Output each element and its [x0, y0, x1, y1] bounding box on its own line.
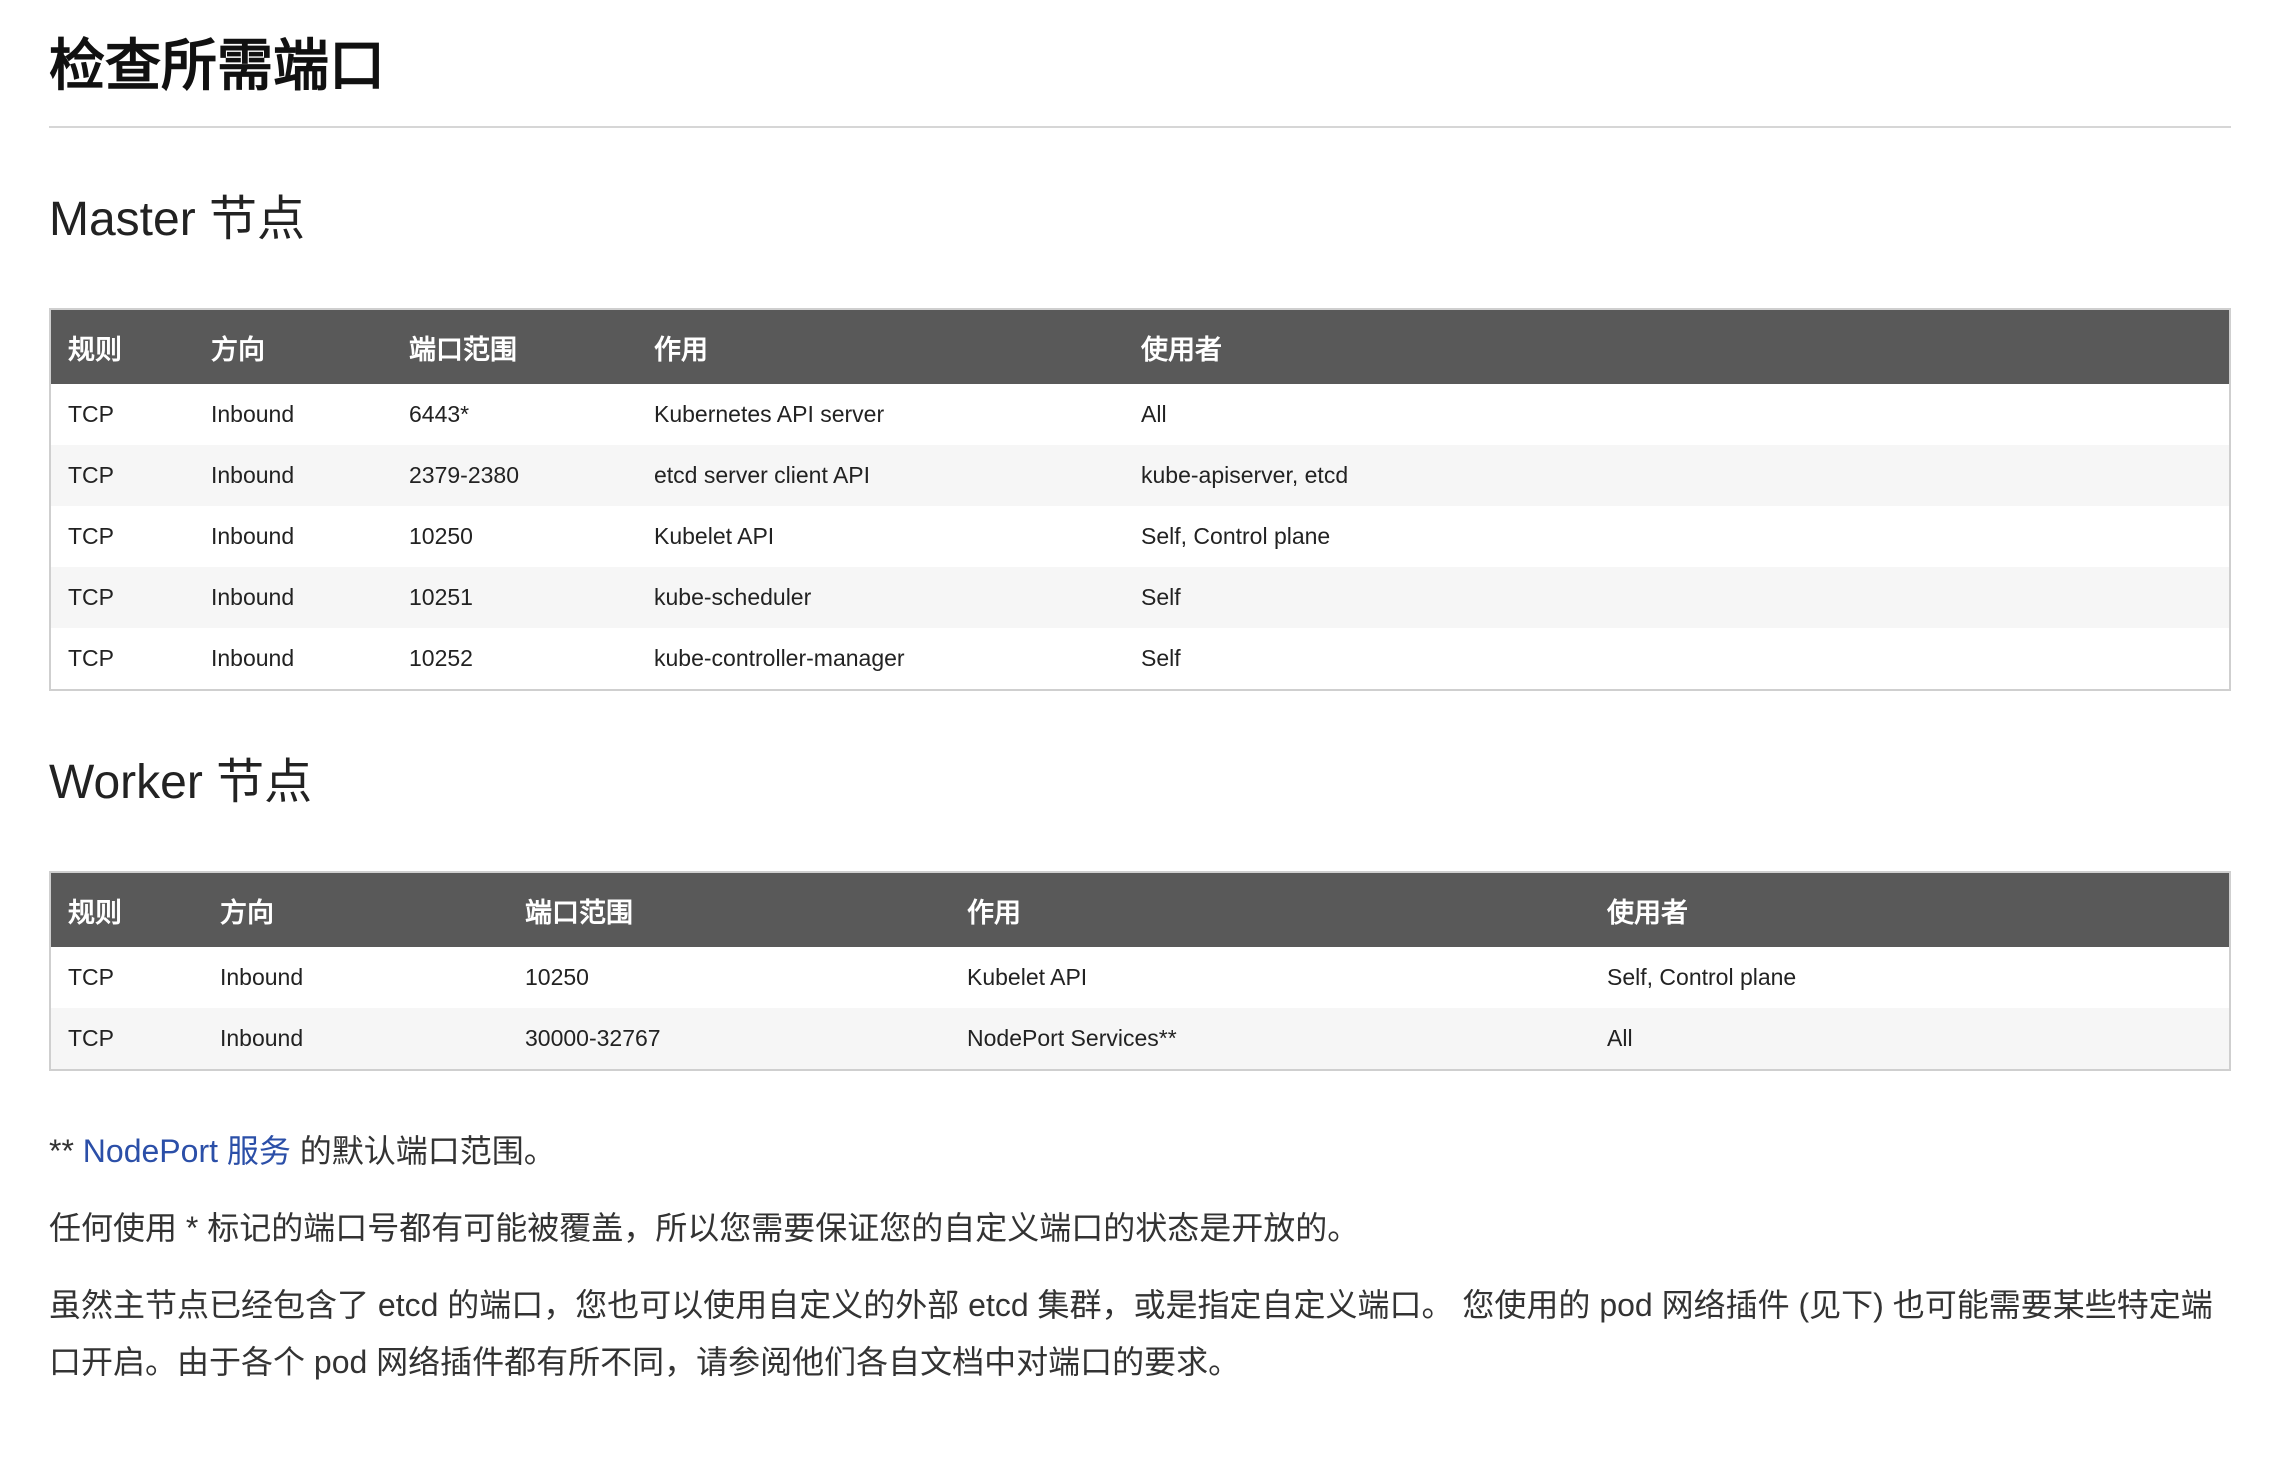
- table-cell: TCP: [68, 401, 114, 427]
- footnotes: ** NodePort 服务 的默认端口范围。 任何使用 * 标记的端口号都有可…: [49, 1123, 2231, 1391]
- table-cell: Inbound: [211, 523, 295, 549]
- table-row: TCP Inbound 10250 Kubelet API Self, Cont…: [50, 947, 2230, 1008]
- table-cell: TCP: [68, 523, 114, 549]
- table-cell: TCP: [68, 584, 114, 610]
- column-header-used-by: 使用者: [1141, 334, 1222, 365]
- table-row: TCP Inbound 30000-32767 NodePort Service…: [50, 1008, 2230, 1070]
- master-ports-table: 规则 方向 端口范围 作用 使用者 TCP Inbound 6443* Kube…: [49, 308, 2231, 691]
- table-cell: 2379-2380: [409, 462, 519, 488]
- table-cell: 6443*: [409, 401, 470, 427]
- table-cell: kube-apiserver, etcd: [1141, 462, 1349, 488]
- table-cell: All: [1607, 1025, 1633, 1051]
- table-row: TCP Inbound 6443* Kubernetes API server …: [50, 384, 2230, 445]
- column-header-direction: 方向: [211, 334, 265, 365]
- page: 检查所需端口 Master 节点 规则 方向 端口范围 作用 使用者 TCP I…: [0, 0, 2280, 1391]
- table-cell: kube-controller-manager: [654, 645, 905, 671]
- table-cell: Self, Control plane: [1607, 964, 1797, 990]
- table-cell: Kubelet API: [654, 523, 775, 549]
- nodeport-service-link[interactable]: NodePort 服务: [83, 1133, 291, 1169]
- worker-section-title: Worker 节点: [49, 756, 313, 809]
- master-section-title: Master 节点: [49, 193, 306, 246]
- table-cell: TCP: [68, 645, 114, 671]
- table-cell: NodePort Services**: [967, 1025, 1177, 1051]
- table-row: TCP Inbound 2379-2380 etcd server client…: [50, 445, 2230, 506]
- table-header-row: 规则 方向 端口范围 作用 使用者: [50, 309, 2230, 384]
- table-cell: 10250: [409, 523, 473, 549]
- table-cell: 10252: [409, 645, 473, 671]
- table-cell: Inbound: [211, 645, 295, 671]
- etcd-note: 虽然主节点已经包含了 etcd 的端口，您也可以使用自定义的外部 etcd 集群…: [49, 1287, 2213, 1380]
- table-cell: TCP: [68, 1025, 114, 1051]
- table-cell: Self: [1141, 584, 1181, 610]
- nodeport-note-suffix: 的默认端口范围。: [290, 1133, 556, 1169]
- column-header-purpose: 作用: [654, 334, 708, 365]
- table-row: TCP Inbound 10251 kube-scheduler Self: [50, 567, 2230, 628]
- nodeport-note: ** NodePort 服务 的默认端口范围。: [49, 1123, 2231, 1180]
- table-cell: Kubernetes API server: [654, 401, 885, 427]
- table-cell: Inbound: [211, 584, 295, 610]
- column-header-rule: 规则: [68, 897, 122, 928]
- table-cell: kube-scheduler: [654, 584, 812, 610]
- table-cell: 10251: [409, 584, 473, 610]
- page-title: 检查所需端口: [49, 0, 2231, 128]
- column-header-purpose: 作用: [967, 897, 1021, 928]
- column-header-direction: 方向: [220, 897, 274, 928]
- table-cell: TCP: [68, 462, 114, 488]
- table-cell: TCP: [68, 964, 114, 990]
- table-cell: Inbound: [211, 401, 295, 427]
- table-cell: Kubelet API: [967, 964, 1088, 990]
- column-header-port-range: 端口范围: [525, 897, 633, 928]
- table-cell: 30000-32767: [525, 1025, 661, 1051]
- table-cell: Inbound: [220, 1025, 304, 1051]
- table-cell: Self: [1141, 645, 1181, 671]
- table-row: TCP Inbound 10252 kube-controller-manage…: [50, 628, 2230, 690]
- nodeport-note-prefix: **: [49, 1133, 83, 1169]
- column-header-rule: 规则: [68, 334, 122, 365]
- table-cell: etcd server client API: [654, 462, 871, 488]
- table-cell: 10250: [525, 964, 589, 990]
- table-cell: Inbound: [211, 462, 295, 488]
- column-header-port-range: 端口范围: [409, 334, 517, 365]
- table-header-row: 规则 方向 端口范围 作用 使用者: [50, 872, 2230, 947]
- worker-ports-table: 规则 方向 端口范围 作用 使用者 TCP Inbound 10250 Kube…: [49, 871, 2231, 1071]
- table-cell: Self, Control plane: [1141, 523, 1331, 549]
- override-note: 任何使用 * 标记的端口号都有可能被覆盖，所以您需要保证您的自定义端口的状态是开…: [49, 1210, 1360, 1246]
- table-cell: Inbound: [220, 964, 304, 990]
- column-header-used-by: 使用者: [1607, 897, 1688, 928]
- table-row: TCP Inbound 10250 Kubelet API Self, Cont…: [50, 506, 2230, 567]
- table-cell: All: [1141, 401, 1167, 427]
